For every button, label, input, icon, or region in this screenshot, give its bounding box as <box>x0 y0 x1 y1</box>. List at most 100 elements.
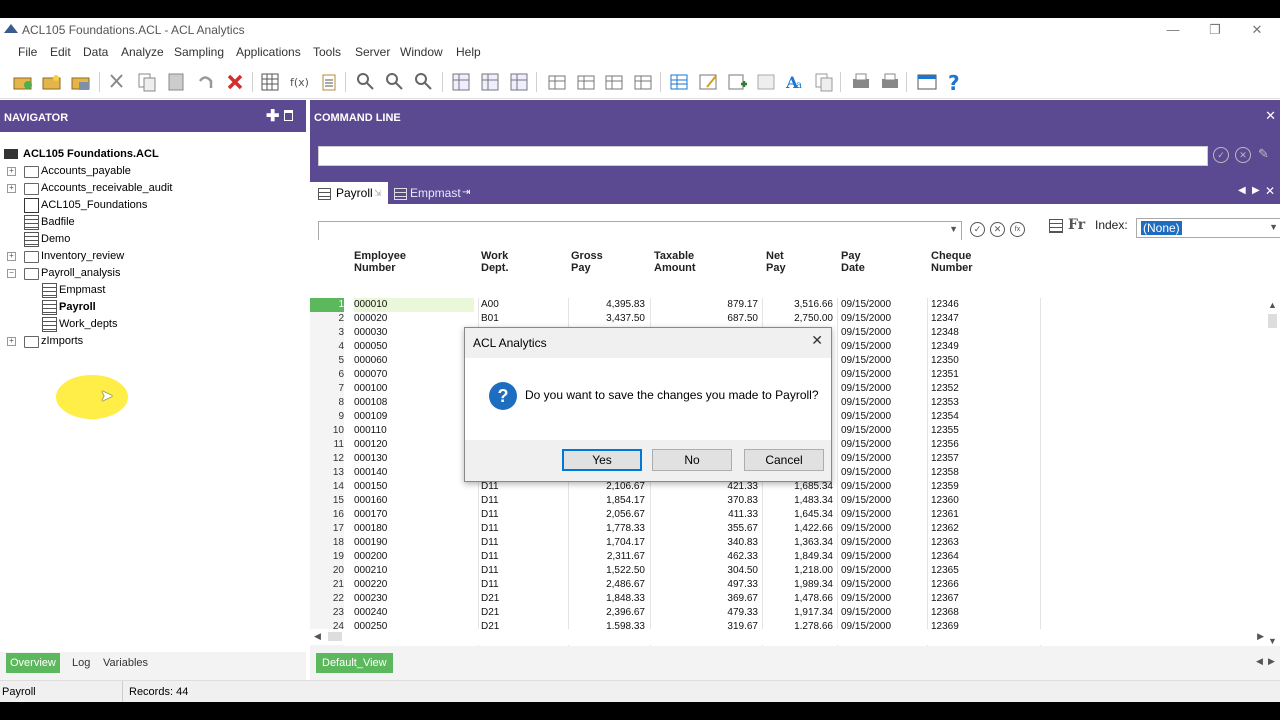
cell-taxable-amount[interactable]: 687.50 <box>650 312 758 326</box>
row-number[interactable]: 20 <box>310 564 344 578</box>
cell-work-dept[interactable]: D11 <box>481 536 561 550</box>
cell-net-pay[interactable]: 1,917.34 <box>764 606 833 620</box>
tab-empmast[interactable]: Empmast ⇥ <box>390 182 480 204</box>
filter-expression-icon[interactable]: fx <box>1010 222 1025 237</box>
row-number[interactable]: 6 <box>310 368 344 382</box>
index-select[interactable]: (None) ▼ <box>1136 218 1280 238</box>
cell-cheque-number[interactable]: 12355 <box>931 424 1011 438</box>
row-number[interactable]: 18 <box>310 536 344 550</box>
table-row[interactable]: 15 000160 D11 1,854.17 370.83 1,483.34 09/15/2… <box>310 494 1266 508</box>
cell-net-pay[interactable]: 1,685.34 <box>764 480 833 494</box>
scroll-right-icon[interactable]: ▶ <box>1257 631 1264 642</box>
cell-gross-pay[interactable]: 2,106.67 <box>568 480 645 494</box>
delete-icon[interactable] <box>224 71 246 93</box>
row-number[interactable]: 2 <box>310 312 344 326</box>
cell-employee-number[interactable]: 000109 <box>354 410 474 424</box>
cell-pay-date[interactable]: 09/15/2000 <box>841 592 925 606</box>
row-number[interactable]: 5 <box>310 354 344 368</box>
cell-employee-number[interactable]: 000020 <box>354 312 474 326</box>
cell-cheque-number[interactable]: 12364 <box>931 550 1011 564</box>
cell-pay-date[interactable]: 09/15/2000 <box>841 480 925 494</box>
collapse-icon[interactable]: − <box>7 269 16 278</box>
cell-employee-number[interactable]: 000130 <box>354 452 474 466</box>
cell-taxable-amount[interactable]: 462.33 <box>650 550 758 564</box>
cell-work-dept[interactable]: D21 <box>481 592 561 606</box>
row-number[interactable]: 14 <box>310 480 344 494</box>
cell-work-dept[interactable]: B01 <box>481 312 561 326</box>
cell-taxable-amount[interactable]: 370.83 <box>650 494 758 508</box>
cell-pay-date[interactable]: 09/15/2000 <box>841 564 925 578</box>
cell-net-pay[interactable]: 1,478.66 <box>764 592 833 606</box>
cell-cheque-number[interactable]: 12365 <box>931 564 1011 578</box>
sort-descending-icon[interactable] <box>384 71 406 93</box>
row-number[interactable]: 8 <box>310 396 344 410</box>
row-number[interactable]: 10 <box>310 424 344 438</box>
cell-cheque-number[interactable]: 12358 <box>931 466 1011 480</box>
cell-pay-date[interactable]: 09/15/2000 <box>841 578 925 592</box>
scroll-tabs-left-icon[interactable]: ◀ <box>1238 185 1246 196</box>
row-number[interactable]: 19 <box>310 550 344 564</box>
command-input[interactable] <box>318 146 1208 166</box>
table-row[interactable]: 21 000220 D11 2,486.67 497.33 1,989.34 09/15/2… <box>310 578 1266 592</box>
menu-applications[interactable]: Applications <box>236 45 301 59</box>
horizontal-scrollbar[interactable]: ◀ ▶ <box>310 629 1266 645</box>
row-number[interactable]: 3 <box>310 326 344 340</box>
cell-cheque-number[interactable]: 12362 <box>931 522 1011 536</box>
cell-cheque-number[interactable]: 12361 <box>931 508 1011 522</box>
cell-net-pay[interactable]: 2,750.00 <box>764 312 833 326</box>
cell-cheque-number[interactable]: 12366 <box>931 578 1011 592</box>
cell-taxable-amount[interactable]: 304.50 <box>650 564 758 578</box>
cell-taxable-amount[interactable]: 340.83 <box>650 536 758 550</box>
cell-gross-pay[interactable]: 2,396.67 <box>568 606 645 620</box>
cell-cheque-number[interactable]: 12348 <box>931 326 1011 340</box>
cell-employee-number[interactable]: 000100 <box>354 382 474 396</box>
cell-work-dept[interactable]: D21 <box>481 606 561 620</box>
menu-sampling[interactable]: Sampling <box>174 45 224 59</box>
save-project-icon[interactable] <box>70 71 92 93</box>
cell-gross-pay[interactable]: 1,854.17 <box>568 494 645 508</box>
chevron-down-icon[interactable]: ▼ <box>949 224 958 234</box>
table-row[interactable]: 22 000230 D21 1,848.33 369.67 1,478.66 09/15/2… <box>310 592 1266 606</box>
table-layout-icon[interactable] <box>259 71 281 93</box>
cell-net-pay[interactable]: 1,363.34 <box>764 536 833 550</box>
cell-work-dept[interactable]: D11 <box>481 480 561 494</box>
cell-work-dept[interactable]: D11 <box>481 522 561 536</box>
col-header-taxable-amount[interactable]: Taxable Amount <box>654 250 696 274</box>
cell-net-pay[interactable]: 1,989.34 <box>764 578 833 592</box>
no-button[interactable]: No <box>652 449 732 471</box>
classify-icon[interactable] <box>603 71 625 93</box>
cell-employee-number[interactable]: 000140 <box>354 466 474 480</box>
sort-ascending-icon[interactable] <box>355 71 377 93</box>
cell-cheque-number[interactable]: 12349 <box>931 340 1011 354</box>
cell-pay-date[interactable]: 09/15/2000 <box>841 410 925 424</box>
tab-payroll[interactable]: Payroll ⇲ <box>310 182 388 204</box>
merge-icon[interactable] <box>508 71 530 93</box>
cell-employee-number[interactable]: 000030 <box>354 326 474 340</box>
cell-employee-number[interactable]: 000108 <box>354 396 474 410</box>
table-row[interactable]: 2 000020 B01 3,437.50 687.50 2,750.00 09/15/20… <box>310 312 1266 326</box>
cell-cheque-number[interactable]: 12368 <box>931 606 1011 620</box>
cell-pay-date[interactable]: 09/15/2000 <box>841 522 925 536</box>
row-number[interactable]: 11 <box>310 438 344 452</box>
cell-gross-pay[interactable]: 1,704.17 <box>568 536 645 550</box>
col-header-cheque-number[interactable]: Cheque Number <box>931 250 973 274</box>
menu-server[interactable]: Server <box>355 45 390 59</box>
remove-column-icon[interactable] <box>755 71 777 93</box>
table-row[interactable]: 16 000170 D11 2,056.67 411.33 1,645.34 09/15/2… <box>310 508 1266 522</box>
edit-table-layout-icon[interactable] <box>1049 219 1063 233</box>
tab-overview[interactable]: Overview <box>6 653 60 673</box>
cell-taxable-amount[interactable]: 355.67 <box>650 522 758 536</box>
cell-employee-number[interactable]: 000150 <box>354 480 474 494</box>
cell-cheque-number[interactable]: 12359 <box>931 480 1011 494</box>
cell-taxable-amount[interactable]: 879.17 <box>650 298 758 312</box>
cell-net-pay[interactable]: 1,218.00 <box>764 564 833 578</box>
cell-work-dept[interactable]: D11 <box>481 550 561 564</box>
scroll-thumb[interactable] <box>328 632 342 641</box>
cell-cheque-number[interactable]: 12352 <box>931 382 1011 396</box>
menu-tools[interactable]: Tools <box>313 45 341 59</box>
cell-pay-date[interactable]: 09/15/2000 <box>841 326 925 340</box>
table-row[interactable]: 18 000190 D11 1,704.17 340.83 1,363.34 09/15/2… <box>310 536 1266 550</box>
table-icon[interactable] <box>668 71 690 93</box>
cell-pay-date[interactable]: 09/15/2000 <box>841 438 925 452</box>
trash-icon[interactable] <box>284 110 293 121</box>
